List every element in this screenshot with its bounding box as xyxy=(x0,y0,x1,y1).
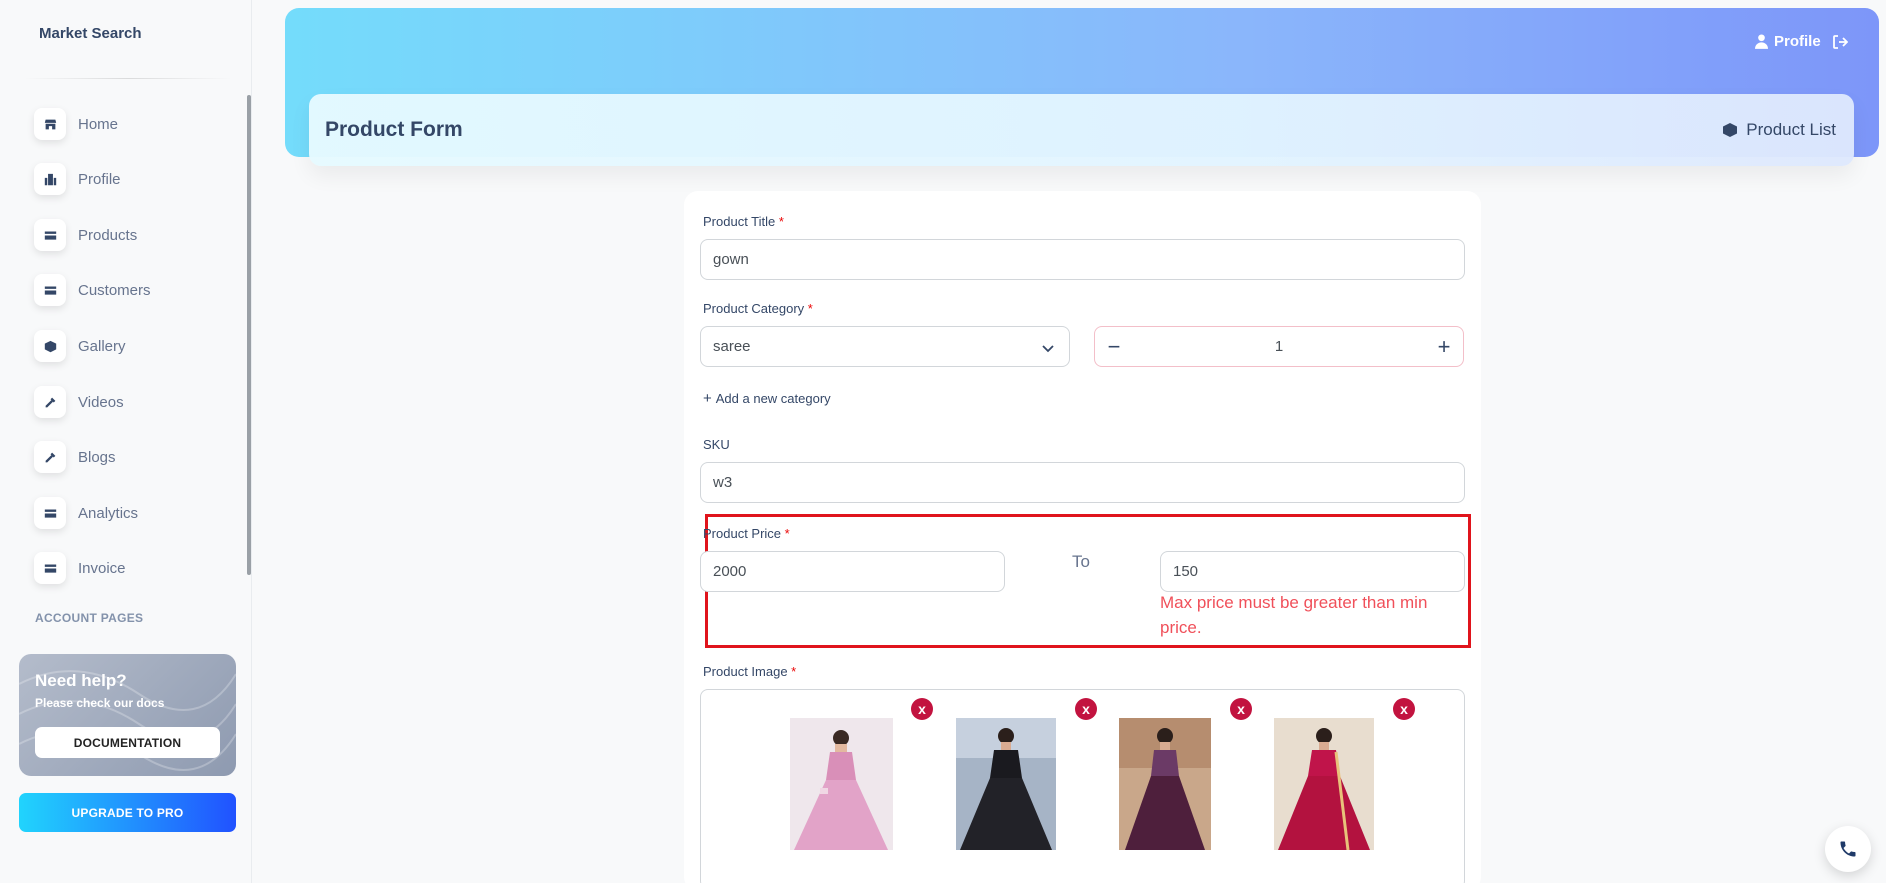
plus-icon[interactable]: + xyxy=(1427,327,1461,366)
credit-card-icon xyxy=(34,497,66,529)
label-text: Product Price xyxy=(703,526,782,541)
sidebar-item-label: Home xyxy=(78,115,119,133)
label-text: Product Category xyxy=(703,301,805,316)
label-text: Product Image xyxy=(703,664,788,679)
product-title-value: gown xyxy=(713,251,749,268)
quantity-value: 1 xyxy=(1274,338,1284,355)
credit-card-icon xyxy=(34,219,66,251)
product-price-label: Product Price * xyxy=(703,526,790,541)
add-category-link[interactable]: + Add a new category xyxy=(703,390,831,407)
plus-icon: + xyxy=(703,390,712,407)
product-list-label: Product List xyxy=(1746,120,1836,139)
product-category-select[interactable]: saree xyxy=(700,326,1070,367)
sidebar-item-label: Videos xyxy=(78,393,124,411)
remove-image-button[interactable]: x xyxy=(1075,698,1097,720)
required-mark: * xyxy=(807,301,813,316)
shop-icon xyxy=(34,108,66,140)
minus-icon[interactable]: − xyxy=(1097,327,1131,366)
sidebar-item-label: Profile xyxy=(78,170,121,188)
sku-label: SKU xyxy=(703,437,730,452)
label-text: Product Title xyxy=(703,214,776,229)
sidebar-item-label: Gallery xyxy=(78,337,126,355)
product-image-thumb xyxy=(1274,718,1374,850)
logout-icon[interactable] xyxy=(1832,34,1849,50)
credit-card-icon xyxy=(34,552,66,584)
product-title-label: Product Title * xyxy=(703,214,784,229)
product-list-link[interactable]: Product List xyxy=(1722,120,1836,140)
required-mark: * xyxy=(784,526,790,541)
brand-name[interactable]: Market Search xyxy=(39,25,142,42)
sidebar-item-videos[interactable]: Videos xyxy=(34,385,124,419)
sidebar-item-invoice[interactable]: Invoice xyxy=(34,551,126,585)
sidebar-item-gallery[interactable]: Gallery xyxy=(34,329,126,363)
sidebar-item-label: Analytics xyxy=(78,504,139,522)
sidebar-scrollbar[interactable] xyxy=(247,95,251,575)
sidebar-item-label: Invoice xyxy=(78,559,126,577)
sidebar-item-home[interactable]: Home xyxy=(34,107,118,141)
sidebar-item-label: Products xyxy=(78,226,138,244)
profile-link[interactable]: Profile xyxy=(1755,33,1821,50)
sidebar-item-label: Blogs xyxy=(78,448,116,466)
price-error-message: Max price must be greater than min price… xyxy=(1160,593,1428,637)
price-range-separator: To xyxy=(1072,552,1090,571)
product-title-input[interactable]: gown xyxy=(700,239,1465,280)
box-3d-icon xyxy=(1723,123,1738,137)
product-image-thumb xyxy=(956,718,1056,850)
sidebar-item-customers[interactable]: Customers xyxy=(34,273,151,307)
page-title: Product Form xyxy=(325,118,463,141)
sidebar-item-blogs[interactable]: Blogs xyxy=(34,440,116,474)
add-category-label: Add a new category xyxy=(715,391,831,406)
help-title: Need help? xyxy=(35,671,127,690)
remove-image-button[interactable]: x xyxy=(911,698,933,720)
sidebar-item-label: Customers xyxy=(78,281,151,299)
help-card: Need help? Please check our docs DOCUMEN… xyxy=(19,654,236,776)
profile-label: Profile xyxy=(1774,33,1821,50)
box-3d-icon xyxy=(34,330,66,362)
category-value: saree xyxy=(713,338,751,355)
product-image-thumb xyxy=(1119,718,1211,850)
required-mark: * xyxy=(791,664,797,679)
max-price-input[interactable]: 150 xyxy=(1160,551,1465,592)
upgrade-button[interactable]: UPGRADE TO PRO xyxy=(19,793,236,832)
quantity-stepper[interactable]: − 1 + xyxy=(1094,326,1464,367)
product-image-thumb xyxy=(790,718,893,850)
divider xyxy=(24,78,232,79)
credit-card-icon xyxy=(34,274,66,306)
user-icon xyxy=(1755,34,1768,49)
sidebar-item-products[interactable]: Products xyxy=(34,218,137,252)
title-card: Product Form Product List xyxy=(309,94,1854,166)
remove-image-button[interactable]: x xyxy=(1393,698,1415,720)
phone-icon xyxy=(1840,841,1856,857)
sku-input[interactable]: w3 xyxy=(700,462,1465,503)
sidebar-item-analytics[interactable]: Analytics xyxy=(34,496,138,530)
help-subtitle: Please check our docs xyxy=(35,696,165,710)
required-mark: * xyxy=(778,214,784,229)
sidebar-item-profile[interactable]: Profile xyxy=(34,162,121,196)
section-title-account-pages: ACCOUNT PAGES xyxy=(35,611,144,625)
sku-value: w3 xyxy=(713,474,733,491)
min-price-input[interactable]: 2000 xyxy=(700,551,1005,592)
settings-tools-icon xyxy=(34,386,66,418)
remove-image-button[interactable]: x xyxy=(1230,698,1252,720)
settings-tools-icon xyxy=(34,441,66,473)
min-price-value: 2000 xyxy=(713,563,747,580)
max-price-value: 150 xyxy=(1173,563,1199,580)
call-button[interactable] xyxy=(1825,826,1871,872)
chevron-down-icon xyxy=(1042,345,1054,353)
product-image-label: Product Image * xyxy=(703,664,796,679)
office-icon xyxy=(34,163,66,195)
documentation-button[interactable]: DOCUMENTATION xyxy=(35,727,220,758)
product-category-label: Product Category * xyxy=(703,301,813,316)
sidebar: Market Search Home Profile Products Cust… xyxy=(0,0,252,883)
